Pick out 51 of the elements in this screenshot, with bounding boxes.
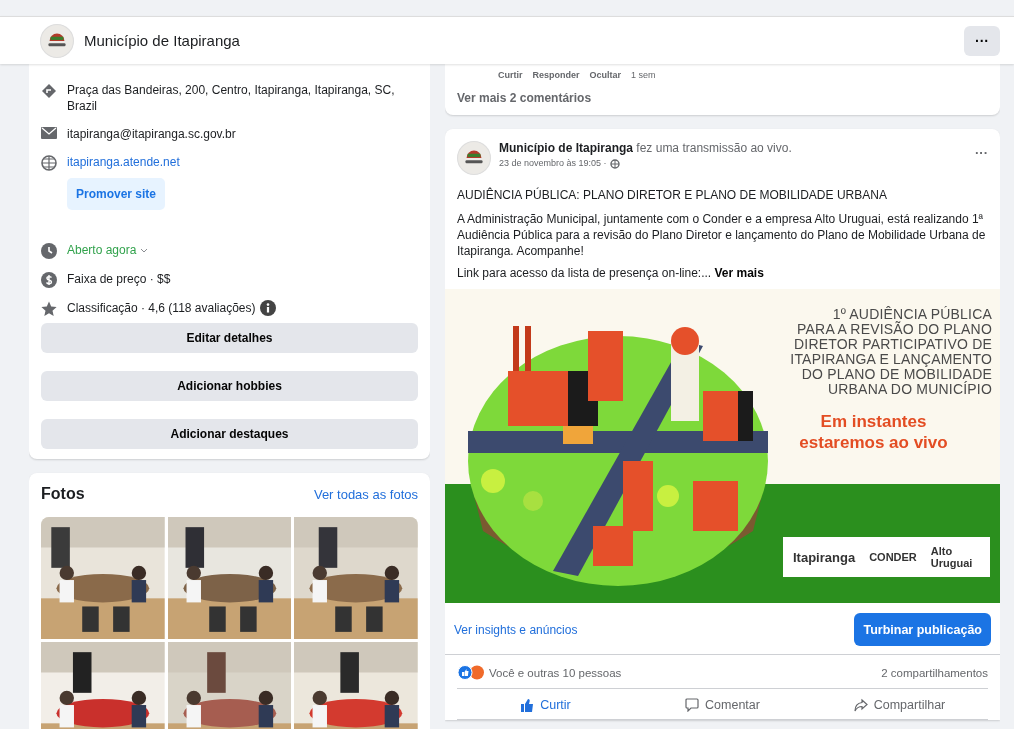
rating-text: Classificação · 4,6 (118 avaliações): [67, 300, 256, 316]
comment-action-link[interactable]: Ocultar: [589, 70, 622, 80]
page-avatar[interactable]: [40, 23, 74, 58]
more-button[interactable]: ···: [975, 141, 988, 160]
see-more-link[interactable]: Ver mais: [714, 266, 764, 280]
reaction-icons: [457, 665, 485, 680]
poster-subline: Em instantes estaremos ao vivo: [799, 411, 948, 453]
thumbs-up-icon: [520, 698, 535, 712]
like-button[interactable]: Curtir: [457, 695, 634, 715]
speech-bubble-icon: [685, 698, 700, 712]
share-arrow-icon: [853, 698, 868, 712]
email-text: itapiranga@itapiranga.sc.gov.br: [67, 126, 236, 142]
comment-action-link[interactable]: Curtir: [498, 70, 523, 80]
envelope-icon: [41, 127, 57, 139]
post-heading: AUDIÊNCIA PÚBLICA: PLANO DIRETOR E PLANO DE MOBILIDADE URBANA: [457, 187, 888, 203]
comment-time: 1 sem: [631, 70, 656, 80]
promote-button[interactable]: Promover site: [67, 178, 166, 210]
add-highlights-button[interactable]: Adicionar destaques: [41, 419, 418, 449]
address-text: Praça das Bandeiras, 200, Centro, Itapiranga, Itapiranga, SC, Brazil: [67, 82, 396, 114]
star-icon: [41, 301, 57, 317]
poster-headline: 1º AUDIÊNCIA PÚBLICA PARA A REVISÃO DO PLANO DIRETOR PARTICIPATIVO DE ITAPIRANGA E LANÇAMENTO DO PLANO DE MOBILIDADE URBANA DO MUNICÍPIO: [790, 307, 992, 397]
hours-dropdown[interactable]: Aberto agora: [67, 242, 137, 258]
edit-details-button[interactable]: Editar detalhes: [41, 323, 418, 353]
shares-count[interactable]: 2 compartilhamentos: [881, 666, 988, 679]
info-icon[interactable]: [259, 300, 276, 316]
post-author-line: Município de Itapiranga fez uma transmissão ao vivo.: [499, 141, 793, 156]
more-comments-link[interactable]: Ver mais 2 comentários: [457, 91, 592, 105]
direction-icon: [41, 83, 57, 99]
insights-link[interactable]: Ver insights e anúncios: [454, 622, 578, 637]
website-link[interactable]: itapiranga.atende.net: [67, 154, 180, 170]
boost-post-button[interactable]: Turbinar publicação: [854, 613, 991, 646]
globe-icon: [41, 155, 57, 171]
chevron-down-icon[interactable]: [140, 247, 149, 253]
price-text: Faixa de preço · $$: [67, 271, 171, 287]
post-date[interactable]: 23 de novembro às 19:05 ·: [499, 156, 607, 171]
comment-button[interactable]: Comentar: [634, 695, 811, 715]
logo-strip: Itapiranga CONDER Alto Uruguai: [783, 537, 990, 577]
add-hobbies-button[interactable]: Adicionar hobbies: [41, 371, 418, 401]
share-button[interactable]: Compartilhar: [811, 695, 988, 715]
more-button[interactable]: ···: [964, 25, 1000, 56]
page-avatar[interactable]: [457, 141, 491, 175]
see-all-photos-link[interactable]: Ver todas as fotos: [313, 486, 418, 502]
price-tag-icon: [41, 272, 57, 288]
post-text: Link para acesso da lista de presença on-line:...: [457, 266, 712, 280]
section-title: Fotos: [41, 485, 85, 503]
page-title: Município de Itapiranga: [84, 32, 241, 49]
post-text: A Administração Municipal, juntamente com o Conder e a empresa Alto Uruguai, está realizando 1ª Audiência Pública para a revisão do Plano Diretor e lançamento do Plano de Mobilidade Urbana de Itapiranga. Acompanhe!: [457, 211, 987, 259]
comment-action-link[interactable]: Responder: [532, 70, 580, 80]
globe-icon: [609, 158, 620, 169]
clock-icon: [41, 243, 57, 259]
reactions-count[interactable]: Você e outras 10 pessoas: [489, 666, 622, 679]
